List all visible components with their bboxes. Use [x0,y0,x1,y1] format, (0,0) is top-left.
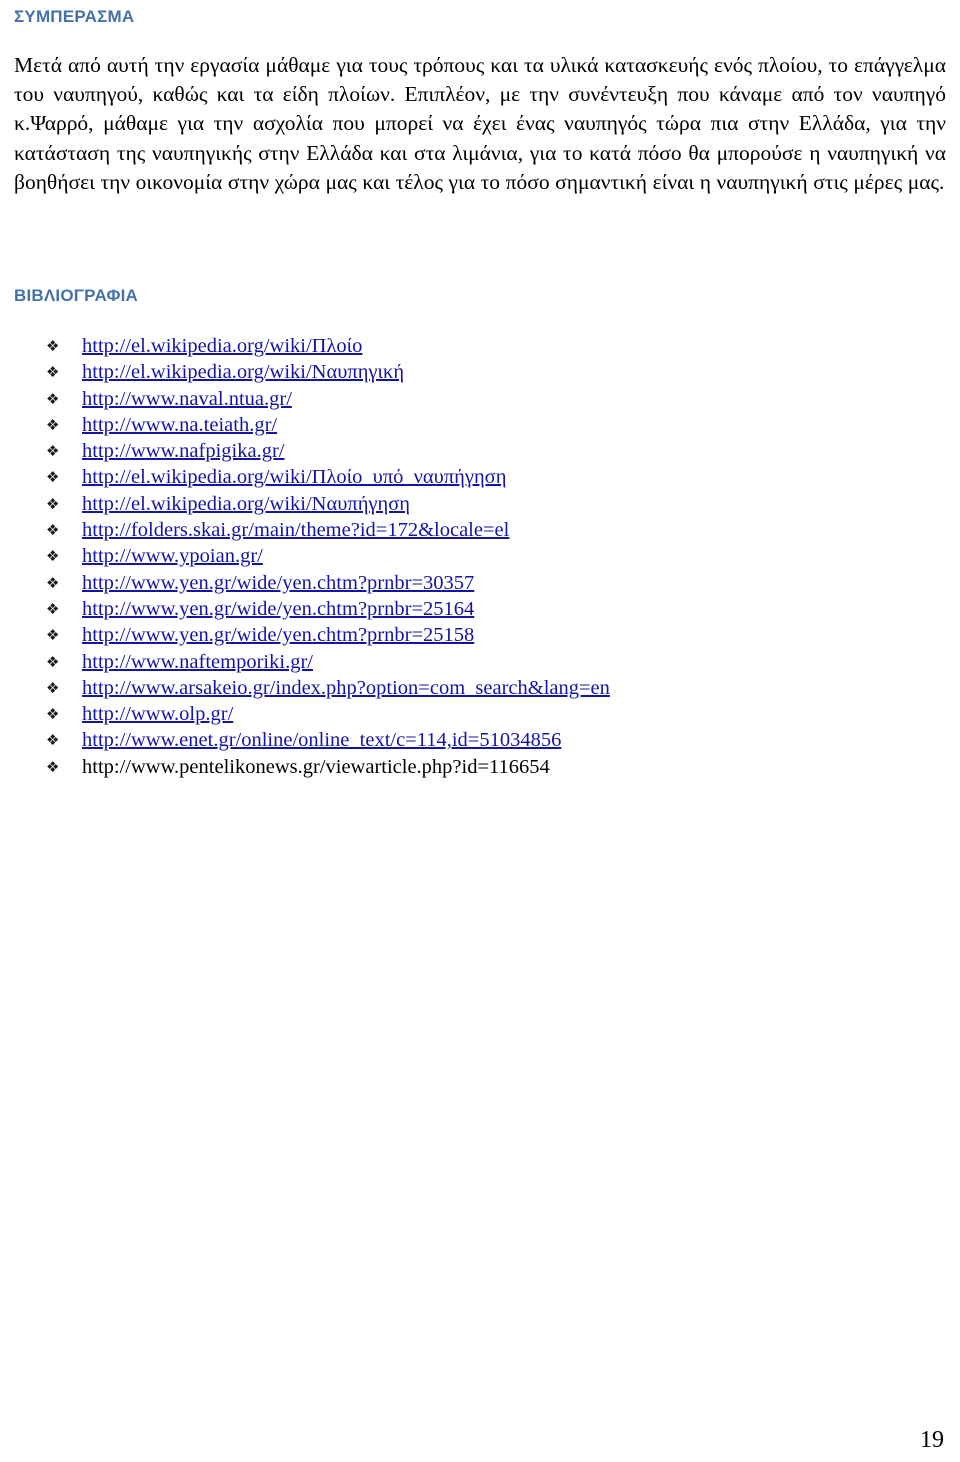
diamond-bullet-icon: ❖ [46,468,60,487]
page-title-conclusion: ΣΥΜΠΕΡΑΣΜΑ [14,7,135,26]
diamond-bullet-icon: ❖ [46,521,60,540]
page-title-bibliography: ΒΙΒΛΙΟΓΡΑΦΙΑ [14,286,139,305]
list-item[interactable]: ❖ http://el.wikipedia.org/wiki/Πλοίο_υπό_… [0,464,930,490]
bibliography-link[interactable]: http://www.yen.gr/wide/yen.chtm?prnbr=25… [82,598,474,620]
list-item: ❖ http://www.pentelikonews.gr/viewarticle… [0,754,930,780]
bibliography-link[interactable]: http://www.olp.gr/ [82,703,233,725]
page-number: 19 [920,1427,944,1453]
diamond-bullet-icon: ❖ [46,442,60,461]
diamond-bullet-icon: ❖ [46,652,60,671]
bibliography-link[interactable]: http://www.naval.ntua.gr/ [82,388,292,410]
list-item[interactable]: ❖ http://el.wikipedia.org/wiki/Ναυπηγική [0,359,930,385]
conclusion-paragraph: Μετά από αυτή την εργασία μάθαμε για του… [14,53,946,194]
list-item[interactable]: ❖ http://www.arsakeio.gr/index.php?option… [0,675,930,701]
list-item[interactable]: ❖ http://www.nafpigika.gr/ [0,438,930,464]
diamond-bullet-icon: ❖ [46,337,60,355]
list-item[interactable]: ❖ http://www.olp.gr/ [0,701,930,727]
bibliography-link[interactable]: http://el.wikipedia.org/wiki/Πλοίο [82,335,362,357]
bibliography-link[interactable]: http://el.wikipedia.org/wiki/Πλοίο_υπό_ν… [82,466,506,488]
diamond-bullet-icon: ❖ [46,678,60,697]
list-item[interactable]: ❖ http://www.yen.gr/wide/yen.chtm?prnbr=2… [0,596,930,622]
bibliography-link[interactable]: http://www.arsakeio.gr/index.php?option=… [82,677,610,699]
diamond-bullet-icon: ❖ [46,547,60,566]
list-item[interactable]: ❖ http://www.naftemporiki.gr/ [0,649,930,675]
diamond-bullet-icon: ❖ [46,731,60,750]
list-item[interactable]: ❖ http://www.enet.gr/online/online_text/c… [0,727,930,753]
bibliography-list: ❖ http://el.wikipedia.org/wiki/Πλοίο ❖ http… [0,333,930,780]
diamond-bullet-icon: ❖ [46,705,60,724]
bibliography-link[interactable]: http://www.naftemporiki.gr/ [82,651,313,673]
diamond-bullet-icon: ❖ [46,626,60,645]
bibliography-link[interactable]: http://www.nafpigika.gr/ [82,440,285,462]
bibliography-plain-text: http://www.pentelikonews.gr/viewarticle.… [82,755,550,778]
list-item[interactable]: ❖ http://www.naval.ntua.gr/ [0,386,930,412]
diamond-bullet-icon: ❖ [46,389,60,408]
list-item[interactable]: ❖ http://www.na.teiath.gr/ [0,412,930,438]
diamond-bullet-icon: ❖ [46,494,60,513]
list-item[interactable]: ❖ http://el.wikipedia.org/wiki/Ναυπήγηση [0,491,930,517]
diamond-bullet-icon: ❖ [46,415,60,434]
bibliography-link[interactable]: http://www.na.teiath.gr/ [82,414,277,436]
bibliography-link[interactable]: http://www.yen.gr/wide/yen.chtm?prnbr=30… [82,572,474,594]
bibliography-link[interactable]: http://www.ypoian.gr/ [82,545,263,567]
diamond-bullet-icon: ❖ [46,573,60,592]
bibliography-link[interactable]: http://el.wikipedia.org/wiki/Ναυπηγική [82,361,404,383]
bibliography-link[interactable]: http://www.yen.gr/wide/yen.chtm?prnbr=25… [82,624,474,646]
list-item[interactable]: ❖ http://el.wikipedia.org/wiki/Πλοίο [0,333,930,359]
list-item[interactable]: ❖ http://www.ypoian.gr/ [0,543,930,569]
diamond-bullet-icon: ❖ [46,363,60,382]
bibliography-link[interactable]: http://el.wikipedia.org/wiki/Ναυπήγηση [82,493,410,515]
list-item[interactable]: ❖ http://www.yen.gr/wide/yen.chtm?prnbr=3… [0,570,930,596]
bibliography-link[interactable]: http://folders.skai.gr/main/theme?id=172… [82,519,509,541]
diamond-bullet-icon: ❖ [46,757,60,776]
bibliography-link[interactable]: http://www.enet.gr/online/online_text/c=… [82,729,561,751]
document-page: ΣΥΜΠΕΡΑΣΜΑ Μετά από αυτή την εργασία μάθ… [0,0,960,1462]
list-item[interactable]: ❖ http://www.yen.gr/wide/yen.chtm?prnbr=2… [0,622,930,648]
diamond-bullet-icon: ❖ [46,599,60,618]
list-item[interactable]: ❖ http://folders.skai.gr/main/theme?id=17… [0,517,930,543]
